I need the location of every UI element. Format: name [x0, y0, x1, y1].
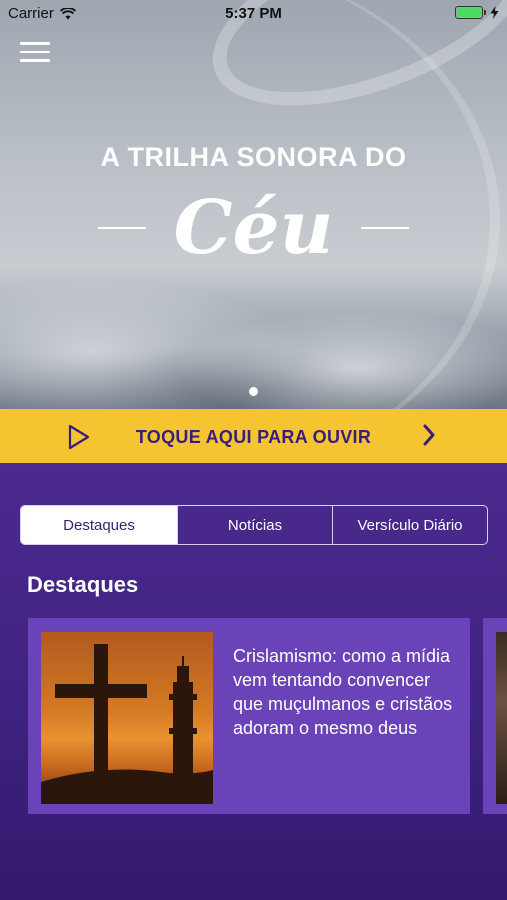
status-bar: Carrier 5:37 PM	[0, 0, 507, 28]
status-time: 5:37 PM	[225, 5, 282, 22]
card-headline: Crislamismo: como a mídia vem tentando c…	[233, 646, 453, 738]
content-area: Destaques Notícias Versículo Diário Dest…	[0, 463, 507, 900]
menu-icon[interactable]	[20, 42, 50, 62]
hero-script-row: Céu	[0, 178, 507, 278]
charging-icon	[490, 6, 499, 19]
carousel-page-indicator[interactable]	[249, 387, 258, 396]
hero-divider-right	[361, 227, 410, 229]
hero-title: A TRILHA SONORA DO	[100, 142, 407, 172]
listen-button[interactable]: TOQUE AQUI PARA OUVIR	[0, 409, 507, 463]
hero-banner[interactable]: A TRILHA SONORA DO Céu	[0, 0, 507, 409]
tab-destaques[interactable]: Destaques	[21, 506, 177, 544]
next-card-image	[496, 632, 507, 804]
tab-bar: Destaques Notícias Versículo Diário	[20, 505, 488, 545]
tab-noticias[interactable]: Notícias	[177, 506, 332, 544]
news-card[interactable]: Crislamismo: como a mídia vem tentando c…	[28, 618, 470, 814]
chevron-right-icon	[423, 424, 435, 446]
card-image	[41, 632, 213, 804]
hero-script-title: Céu	[173, 185, 334, 271]
battery-icon	[455, 6, 486, 19]
section-title: Destaques	[27, 572, 139, 597]
hero-divider-left	[97, 227, 146, 229]
next-card-peek[interactable]	[483, 618, 507, 814]
tab-versiculo-diario[interactable]: Versículo Diário	[332, 506, 487, 544]
